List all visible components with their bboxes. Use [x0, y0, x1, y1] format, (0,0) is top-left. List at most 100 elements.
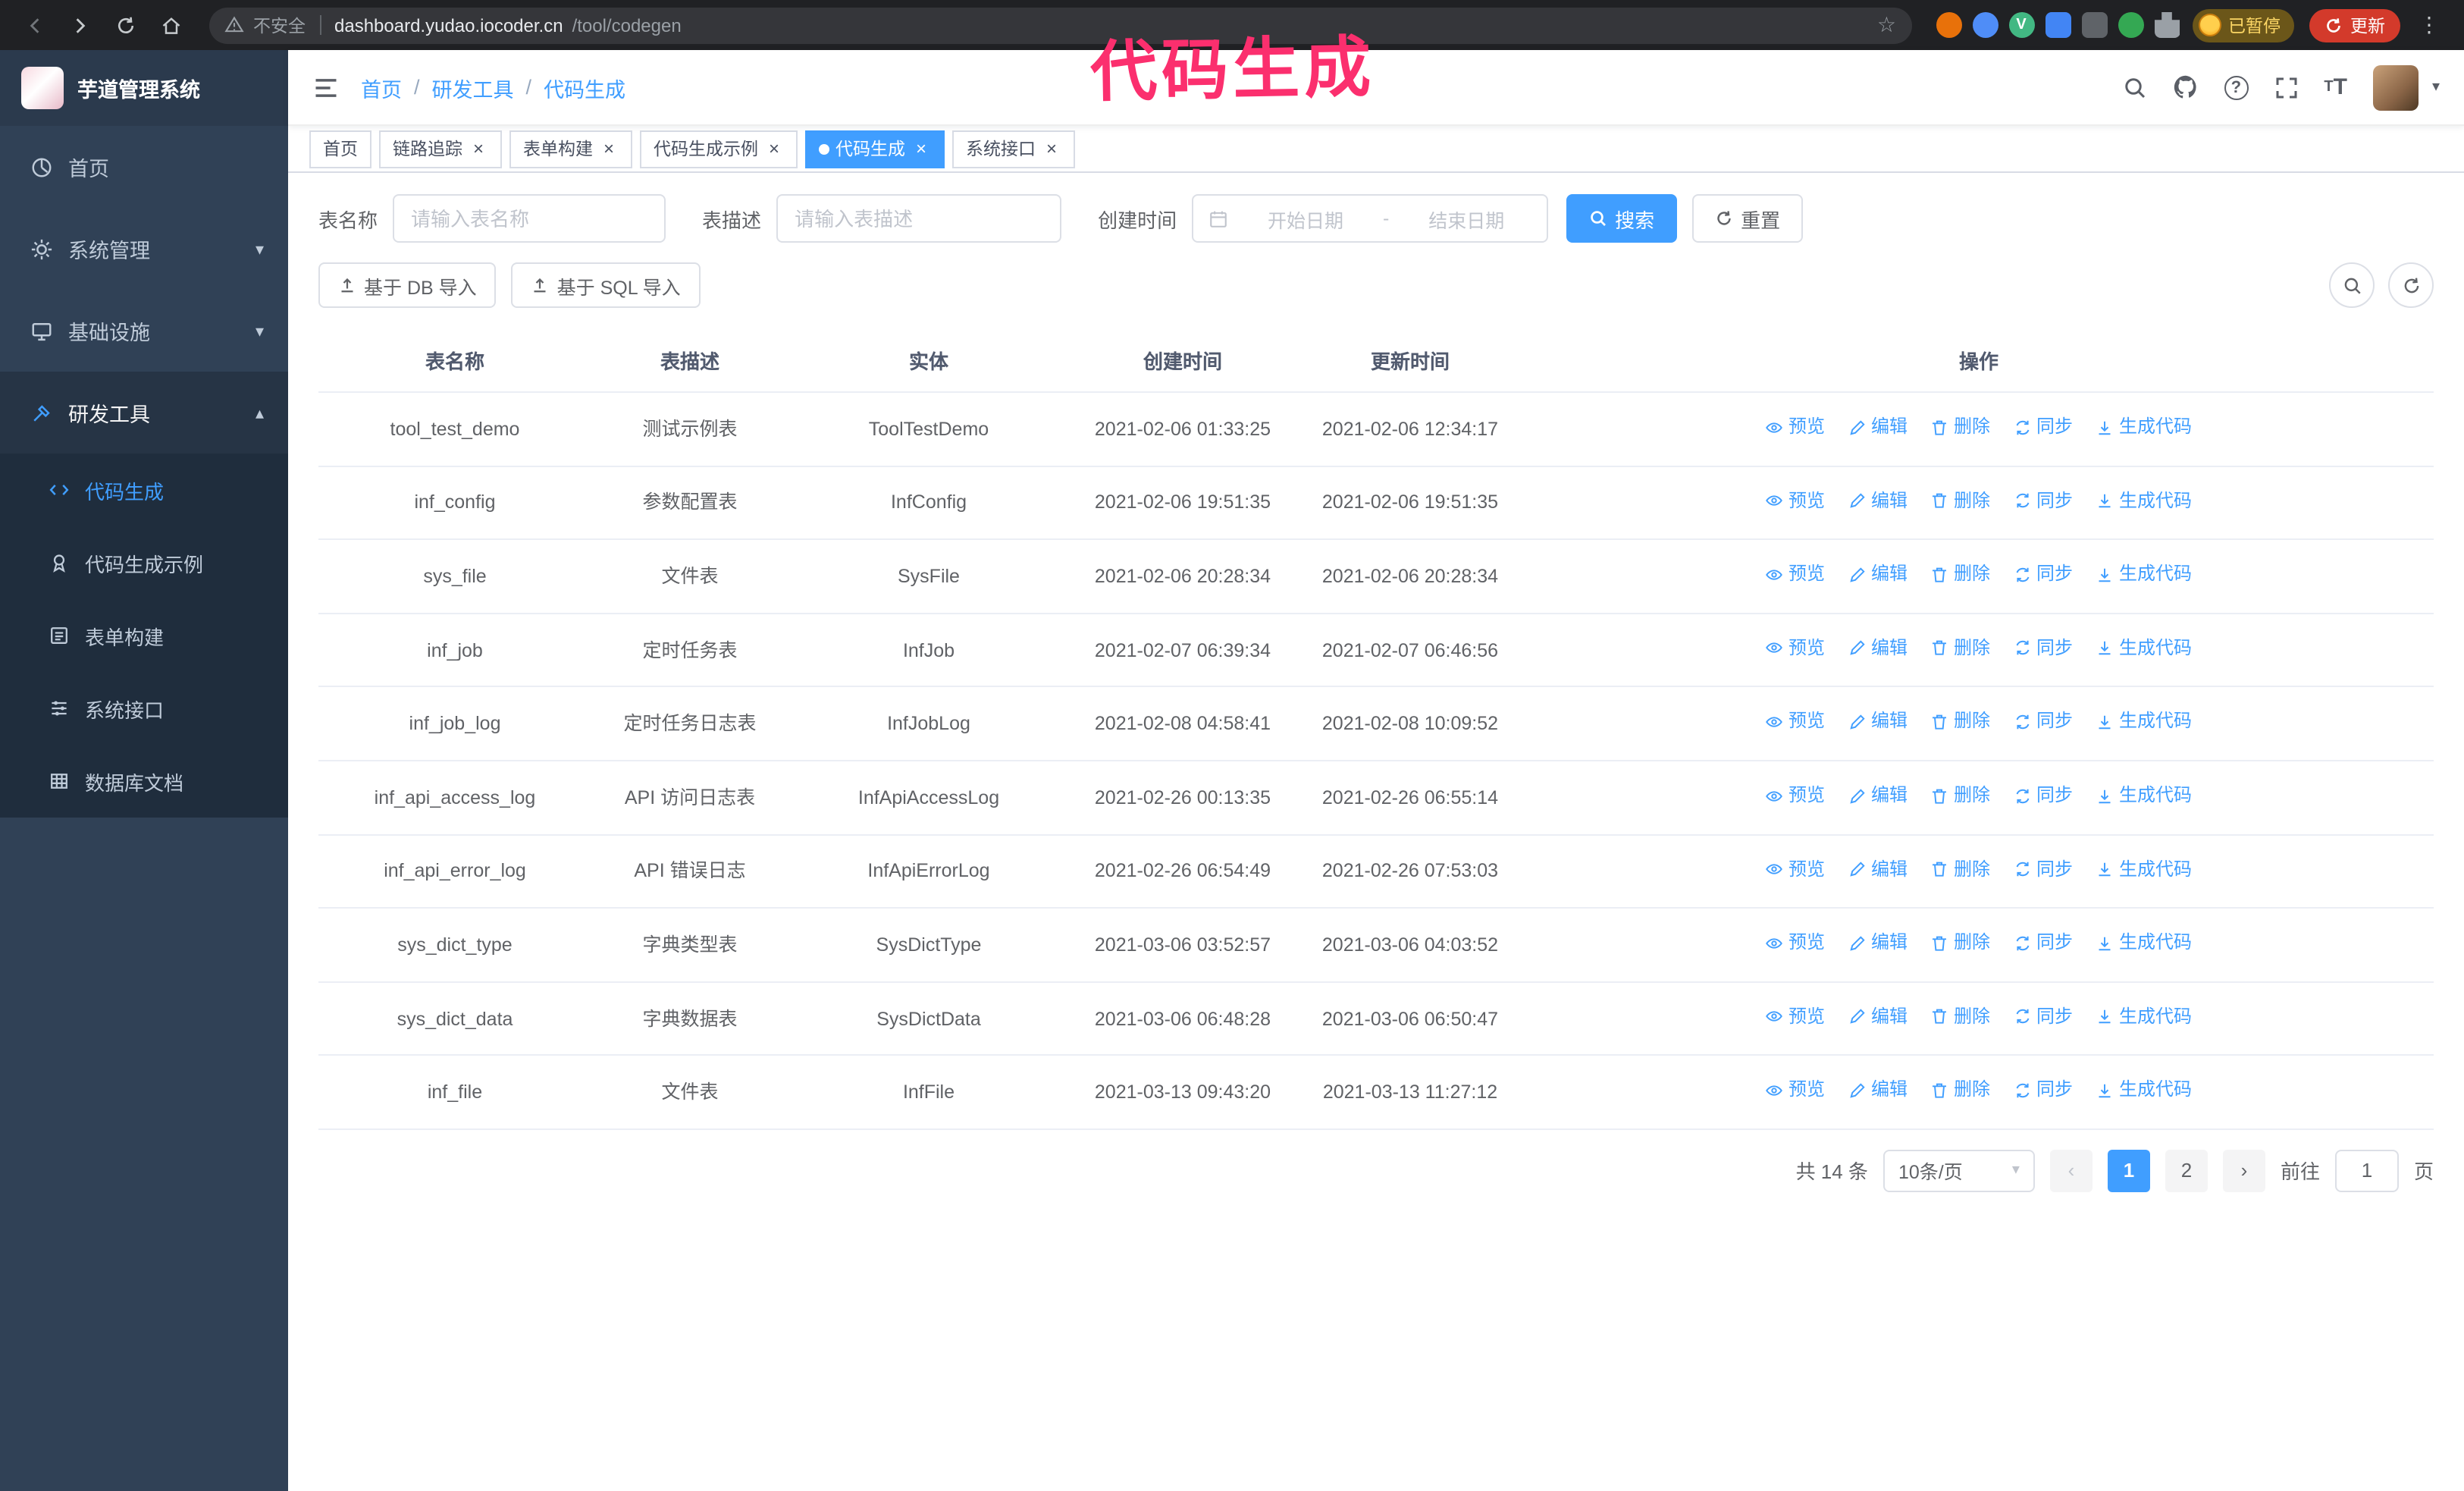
font-size-icon[interactable] [2324, 74, 2347, 100]
paused-badge[interactable]: 已暂停 [2192, 8, 2294, 42]
fullscreen-icon[interactable] [2274, 75, 2298, 99]
preview-link[interactable]: 预览 [1766, 855, 1825, 884]
bookmark-star-icon[interactable] [1877, 12, 1896, 38]
preview-link[interactable]: 预览 [1766, 560, 1825, 589]
create-time-range-picker[interactable]: 开始日期 - 结束日期 [1192, 194, 1549, 243]
sidebar-item-system-management[interactable]: 系统管理 [0, 208, 288, 290]
edit-link[interactable]: 编辑 [1848, 634, 1908, 663]
browser-back-icon[interactable] [15, 5, 55, 45]
preview-link[interactable]: 预览 [1766, 413, 1825, 441]
delete-link[interactable]: 删除 [1931, 928, 1990, 957]
sync-link[interactable]: 同步 [2014, 1076, 2073, 1105]
preview-link[interactable]: 预览 [1766, 928, 1825, 957]
generate-code-link[interactable]: 生成代码 [2096, 634, 2192, 663]
import-sql-button[interactable]: 基于 SQL 导入 [511, 262, 701, 308]
tab-home[interactable]: 首页 [309, 130, 371, 168]
import-db-button[interactable]: 基于 DB 导入 [318, 262, 497, 308]
generate-code-link[interactable]: 生成代码 [2096, 855, 2192, 884]
preview-link[interactable]: 预览 [1766, 708, 1825, 736]
delete-link[interactable]: 删除 [1931, 413, 1990, 441]
table-desc-input[interactable] [776, 194, 1062, 243]
generate-code-link[interactable]: 生成代码 [2096, 486, 2192, 515]
page-size-select[interactable]: 10条/页 [1882, 1149, 2035, 1192]
delete-link[interactable]: 删除 [1931, 1003, 1990, 1031]
github-icon[interactable] [2172, 74, 2198, 100]
sidebar-item-system-api[interactable]: 系统接口 [0, 672, 288, 745]
page-2-button[interactable]: 2 [2165, 1149, 2208, 1192]
delete-link[interactable]: 删除 [1931, 560, 1990, 589]
close-icon[interactable] [911, 139, 931, 159]
sidebar-item-dev-tools[interactable]: 研发工具 [0, 372, 288, 454]
app-logo[interactable]: 芋道管理系统 [0, 50, 288, 126]
tab-link-tracing[interactable]: 链路追踪 [379, 130, 502, 168]
sidebar-item-home[interactable]: 首页 [0, 126, 288, 208]
generate-code-link[interactable]: 生成代码 [2096, 781, 2192, 810]
extension-icon-people[interactable] [2045, 12, 2071, 38]
extension-icon-blue[interactable] [1972, 12, 1998, 38]
sync-link[interactable]: 同步 [2014, 1003, 2073, 1031]
sidebar-item-codegen[interactable]: 代码生成 [0, 454, 288, 526]
browser-reload-icon[interactable] [106, 5, 146, 45]
page-1-button[interactable]: 1 [2107, 1149, 2150, 1192]
avatar-caret-icon[interactable] [2432, 79, 2440, 96]
tab-form-builder[interactable]: 表单构建 [509, 130, 632, 168]
table-name-input[interactable] [393, 194, 666, 243]
delete-link[interactable]: 删除 [1931, 1076, 1990, 1105]
edit-link[interactable]: 编辑 [1848, 1003, 1908, 1031]
edit-link[interactable]: 编辑 [1848, 486, 1908, 515]
delete-link[interactable]: 删除 [1931, 708, 1990, 736]
goto-page-input[interactable] [2334, 1149, 2399, 1192]
extensions-puzzle-icon[interactable] [2154, 12, 2180, 38]
edit-link[interactable]: 编辑 [1848, 708, 1908, 736]
sync-link[interactable]: 同步 [2014, 928, 2073, 957]
address-bar[interactable]: 不安全 dashboard.yudao.iocoder.cn /tool/cod… [209, 7, 1911, 43]
user-avatar[interactable] [2372, 64, 2419, 110]
sync-link[interactable]: 同步 [2014, 708, 2073, 736]
generate-code-link[interactable]: 生成代码 [2096, 928, 2192, 957]
hamburger-icon[interactable] [312, 74, 340, 101]
tab-system-api[interactable]: 系统接口 [952, 130, 1075, 168]
delete-link[interactable]: 删除 [1931, 634, 1990, 663]
sidebar-item-form-builder[interactable]: 表单构建 [0, 599, 288, 672]
sync-link[interactable]: 同步 [2014, 486, 2073, 515]
edit-link[interactable]: 编辑 [1848, 781, 1908, 810]
sidebar-item-db-docs[interactable]: 数据库文档 [0, 745, 288, 818]
preview-link[interactable]: 预览 [1766, 486, 1825, 515]
sync-link[interactable]: 同步 [2014, 781, 2073, 810]
edit-link[interactable]: 编辑 [1848, 560, 1908, 589]
extension-icon-orange[interactable] [1936, 12, 1961, 38]
browser-update-button[interactable]: 更新 [2309, 8, 2400, 42]
browser-forward-icon[interactable] [61, 5, 100, 45]
generate-code-link[interactable]: 生成代码 [2096, 560, 2192, 589]
next-page-button[interactable] [2222, 1149, 2265, 1192]
delete-link[interactable]: 删除 [1931, 781, 1990, 810]
sync-link[interactable]: 同步 [2014, 413, 2073, 441]
generate-code-link[interactable]: 生成代码 [2096, 1003, 2192, 1031]
sync-link[interactable]: 同步 [2014, 560, 2073, 589]
extension-icon-gray[interactable] [2081, 12, 2107, 38]
reset-button[interactable]: 重置 [1692, 194, 1804, 243]
delete-link[interactable]: 删除 [1931, 486, 1990, 515]
edit-link[interactable]: 编辑 [1848, 928, 1908, 957]
delete-link[interactable]: 删除 [1931, 855, 1990, 884]
search-button[interactable]: 搜索 [1566, 194, 1678, 243]
browser-menu-icon[interactable] [2409, 5, 2449, 45]
help-icon[interactable] [2224, 75, 2249, 99]
close-icon[interactable] [599, 139, 619, 159]
vue-devtools-icon[interactable]: V [2008, 12, 2034, 38]
prev-page-button[interactable] [2049, 1149, 2093, 1192]
sidebar-item-codegen-example[interactable]: 代码生成示例 [0, 526, 288, 599]
preview-link[interactable]: 预览 [1766, 1003, 1825, 1031]
preview-link[interactable]: 预览 [1766, 1076, 1825, 1105]
close-icon[interactable] [469, 139, 488, 159]
generate-code-link[interactable]: 生成代码 [2096, 1076, 2192, 1105]
browser-home-icon[interactable] [152, 5, 191, 45]
generate-code-link[interactable]: 生成代码 [2096, 708, 2192, 736]
sync-link[interactable]: 同步 [2014, 855, 2073, 884]
refresh-button[interactable] [2388, 262, 2434, 308]
tab-codegen[interactable]: 代码生成 [805, 130, 945, 168]
preview-link[interactable]: 预览 [1766, 634, 1825, 663]
breadcrumb-home[interactable]: 首页 [361, 72, 402, 102]
preview-link[interactable]: 预览 [1766, 781, 1825, 810]
edit-link[interactable]: 编辑 [1848, 855, 1908, 884]
